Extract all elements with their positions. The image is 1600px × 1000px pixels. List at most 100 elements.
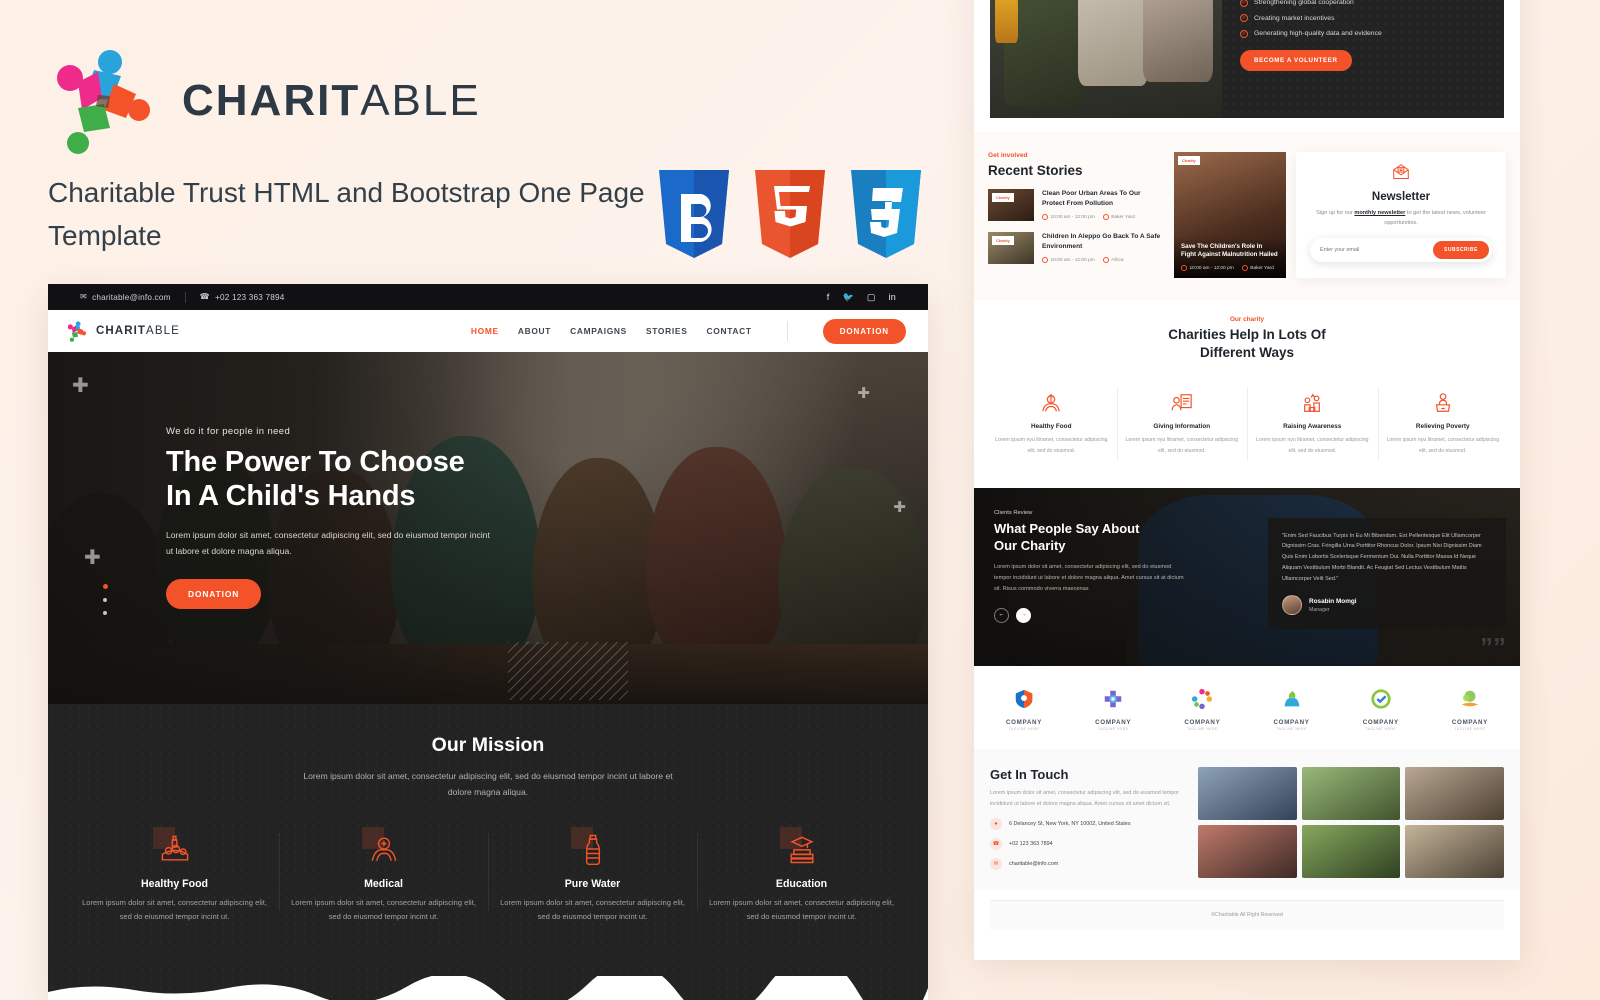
way-card[interactable]: Relieving Poverty Lorem ipsum nyu litram… bbox=[1377, 380, 1509, 467]
mission-title: Our Mission bbox=[431, 734, 545, 756]
hero-dot-3[interactable] bbox=[103, 611, 107, 615]
topbar-email-text: charitable@info.com bbox=[92, 292, 171, 302]
gallery-image[interactable] bbox=[1405, 767, 1504, 821]
testimonial-quote: "Enim Sed Faucibus Turpis In Eu Mi Biben… bbox=[1282, 532, 1482, 582]
linkedin-icon[interactable]: in bbox=[889, 292, 896, 302]
hands-heart-icon bbox=[995, 390, 1108, 416]
way-card-title: Giving Information bbox=[1153, 423, 1211, 431]
clock-icon bbox=[1042, 214, 1048, 221]
newsletter-title: Newsletter bbox=[1371, 191, 1431, 203]
stories-title: Recent Stories bbox=[988, 163, 1083, 178]
contact-info: Get In Touch Lorem ipsum dolor sit amet,… bbox=[990, 767, 1186, 878]
nav-item-contact[interactable]: CONTACT bbox=[707, 326, 752, 336]
left-column: CHARITABLE Charitable Trust HTML and Boo… bbox=[0, 0, 960, 1000]
partners-section: COMPANY TAGLINE HERE COMPANY TAGLINE HER… bbox=[974, 665, 1520, 750]
way-card[interactable]: Giving Information Lorem ipsum nyu litra… bbox=[1116, 380, 1248, 467]
gallery-image[interactable] bbox=[1405, 825, 1504, 879]
instagram-icon[interactable]: ▢ bbox=[867, 292, 876, 302]
story-item[interactable]: Charity Children In Aleppo Go Back To A … bbox=[988, 232, 1164, 264]
partner-logo[interactable]: COMPANY TAGLINE HERE bbox=[1168, 688, 1236, 731]
partner-logo[interactable]: COMPANY TAGLINE HERE bbox=[1079, 688, 1147, 731]
story-meta: 10:00 am - 12:00 pm Baker Yard bbox=[1042, 214, 1164, 221]
ways-title-line1: Charities Help In Lots Of bbox=[1168, 327, 1326, 342]
phone-icon: ☎ bbox=[990, 838, 1002, 851]
nav-donation-button[interactable]: DONATION bbox=[822, 318, 906, 344]
twitter-icon[interactable]: 🐦 bbox=[842, 292, 853, 302]
mission-item-text: Lorem ipsum dolor sit amet, consectetur … bbox=[709, 897, 894, 922]
mission-item: Pure Water Lorem ipsum dolor sit amet, c… bbox=[488, 826, 697, 926]
location-icon bbox=[1102, 257, 1109, 264]
testimonial-kicker: Clients Review bbox=[994, 509, 1033, 516]
partner-logo[interactable]: COMPANY TAGLINE HERE bbox=[1347, 688, 1415, 731]
partner-tagline: TAGLINE HERE bbox=[1008, 727, 1040, 732]
topbar-phone-text: +02 123 363 7894 bbox=[215, 292, 285, 302]
ways-title-line2: Different Ways bbox=[1199, 345, 1295, 361]
way-card[interactable]: Healthy Food Lorem ipsum nyu litramet, c… bbox=[986, 380, 1117, 467]
nav-logo-icon bbox=[67, 320, 87, 342]
gallery-image[interactable] bbox=[1198, 825, 1297, 879]
contact-phone[interactable]: ☎ +02 123 363 7894 bbox=[990, 838, 1186, 851]
story-tag: Charity bbox=[992, 236, 1014, 245]
volunteer-section: eiusmod tempor incididunt ut labore et d… bbox=[974, 0, 1520, 132]
gallery-image[interactable] bbox=[1301, 767, 1401, 821]
decor-plus-icon: ✚ bbox=[857, 385, 870, 402]
torn-edge-decoration bbox=[48, 976, 928, 1000]
way-card-title: Raising Awareness bbox=[1283, 423, 1342, 431]
hero-title-line2: In A Child's Hands bbox=[166, 480, 416, 513]
testimonial-title: What People Say About Our Charity bbox=[994, 520, 1186, 555]
become-volunteer-button[interactable]: BECOME A VOLUNTEER bbox=[1240, 49, 1352, 71]
checklist-item: ✓ Strengthening global cooperation bbox=[1240, 0, 1488, 7]
mission-item-text: Lorem ipsum dolor sit amet, consectetur … bbox=[291, 897, 476, 922]
contact-email[interactable]: ✉ charitable@info.com bbox=[990, 858, 1186, 871]
partner-logo[interactable]: COMPANY TAGLINE HERE bbox=[1436, 688, 1504, 731]
checklist-item-label: Generating high-quality data and evidenc… bbox=[1254, 30, 1382, 38]
charity-ways-section: Our charity Charities Help In Lots Of Di… bbox=[974, 300, 1520, 488]
circle-check-logo-icon bbox=[1371, 689, 1391, 709]
donation-box-icon bbox=[1387, 390, 1500, 416]
partner-name: COMPANY bbox=[1362, 718, 1399, 726]
gallery-image[interactable] bbox=[1198, 767, 1297, 821]
subscribe-button[interactable]: SUBSCRIBE bbox=[1433, 240, 1489, 259]
nav-item-stories[interactable]: STORIES bbox=[646, 326, 688, 336]
decor-plus-icon: ✚ bbox=[893, 499, 906, 516]
facebook-icon[interactable]: f bbox=[827, 292, 830, 302]
partner-name: COMPANY bbox=[1451, 718, 1488, 726]
hero-donation-button[interactable]: DONATION bbox=[166, 579, 262, 610]
story-thumbnail: Charity bbox=[988, 232, 1034, 264]
testimonial-section: Clients Review What People Say About Our… bbox=[974, 487, 1520, 666]
nav-item-campaigns[interactable]: CAMPAIGNS bbox=[570, 326, 627, 336]
way-card[interactable]: Raising Awareness Lorem ipsum nyu litram… bbox=[1247, 380, 1378, 467]
volunteer-photo bbox=[990, 0, 1222, 118]
tree-book-logo-icon bbox=[1461, 690, 1479, 707]
testimonial-intro: Clients Review What People Say About Our… bbox=[994, 510, 1186, 623]
testimonial-prev-button[interactable]: ← bbox=[994, 608, 1009, 623]
story-item[interactable]: Charity Clean Poor Urban Areas To Our Pr… bbox=[988, 189, 1164, 221]
mission-item: Education Lorem ipsum dolor sit amet, co… bbox=[697, 826, 906, 926]
hero-carousel-dots[interactable] bbox=[103, 584, 108, 615]
nav-item-home[interactable]: HOME bbox=[471, 326, 499, 336]
preview-canvas: CHARITABLE Charitable Trust HTML and Boo… bbox=[0, 0, 1600, 1000]
nav-item-about[interactable]: ABOUT bbox=[518, 326, 551, 336]
hero-dot-2[interactable] bbox=[103, 598, 107, 602]
way-card-title: Healthy Food bbox=[1031, 423, 1072, 431]
story-place: Baker Yard bbox=[1111, 214, 1135, 220]
partner-logo[interactable]: COMPANY TAGLINE HERE bbox=[1258, 688, 1326, 731]
featured-story-title: Save The Children's Role In Fight Agains… bbox=[1181, 242, 1278, 259]
testimonial-next-button[interactable]: → bbox=[1016, 608, 1031, 623]
check-circle-icon: ✓ bbox=[1240, 29, 1248, 38]
nav-brand[interactable]: CHARITABLE bbox=[66, 320, 180, 342]
partner-logo[interactable]: COMPANY TAGLINE HERE bbox=[990, 688, 1058, 732]
gallery-image[interactable] bbox=[1301, 825, 1401, 879]
location-pin-icon: ● bbox=[990, 818, 1002, 831]
hero-dot-1[interactable] bbox=[103, 584, 108, 589]
newsletter-card: Newsletter Sign up for our monthly newsl… bbox=[1296, 152, 1506, 278]
contact-address-text: 6 Delancey St, New York, NY 10002, Unite… bbox=[1009, 821, 1131, 828]
newsletter-link[interactable]: monthly newsletter bbox=[1354, 210, 1405, 216]
featured-story-card[interactable]: Charity Save The Children's Role In Figh… bbox=[1174, 152, 1286, 278]
cross-link-logo-icon bbox=[1104, 690, 1122, 707]
topbar-email[interactable]: ✉ charitable@info.com bbox=[80, 292, 171, 302]
contact-section: Get In Touch Lorem ipsum dolor sit amet,… bbox=[974, 749, 1520, 890]
newsletter-email-input[interactable] bbox=[1320, 246, 1434, 253]
topbar-phone[interactable]: ☎ +02 123 363 7894 bbox=[200, 292, 285, 302]
mission-grid: Healthy Food Lorem ipsum dolor sit amet,… bbox=[48, 826, 928, 926]
